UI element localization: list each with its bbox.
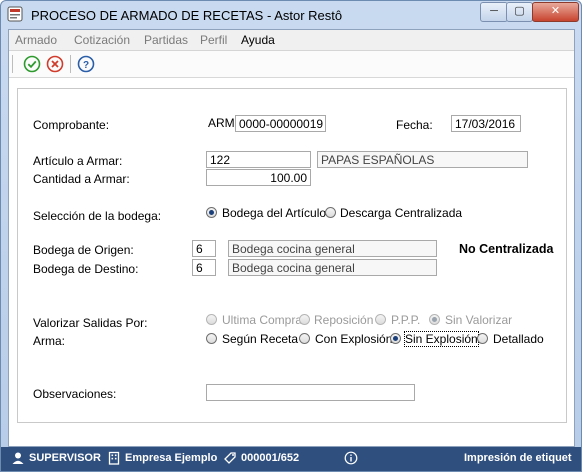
radio-descarga-centralizada[interactable]	[325, 207, 336, 218]
status-bar: SUPERVISOR Empresa Ejemplo 000001/652 Im…	[1, 447, 581, 471]
comprobante-label: Comprobante:	[33, 118, 110, 132]
comprobante-prefix: ARM	[208, 116, 235, 130]
minimize-button[interactable]: ─	[480, 2, 508, 22]
articulo-label: Artículo a Armar:	[33, 154, 123, 168]
menu-partidas[interactable]: Partidas	[144, 33, 188, 47]
maximize-button[interactable]: ▢	[506, 2, 533, 22]
bodega-origen-description: Bodega cocina general	[228, 240, 437, 257]
radio-sin-valorizar-label: Sin Valorizar	[445, 313, 513, 327]
menu-perfil[interactable]: Perfil	[200, 33, 227, 47]
menu-bar: Armado Cotización Partidas Perfil Ayuda	[9, 30, 574, 51]
help-icon[interactable]: ?	[76, 54, 96, 74]
radio-ppp-label: P.P.P.	[391, 313, 421, 327]
fecha-label: Fecha:	[396, 118, 433, 132]
radio-sin-explosion-label[interactable]: Sin Explosión	[404, 331, 479, 347]
check-icon[interactable]	[22, 54, 42, 74]
fecha-field[interactable]: 17/03/2016	[451, 115, 521, 132]
toolbar-separator	[12, 55, 13, 73]
radio-bodega-articulo[interactable]	[206, 207, 217, 218]
radio-ultima-compra-label: Ultima Compra	[222, 313, 303, 327]
status-message: Impresión de etiquet	[464, 452, 572, 464]
arma-label: Arma:	[33, 334, 66, 348]
observaciones-field[interactable]	[206, 384, 415, 401]
radio-sin-valorizar	[429, 314, 440, 325]
articulo-code-field[interactable]: 122	[206, 151, 311, 168]
radio-segun-receta-label[interactable]: Según Receta	[222, 332, 298, 346]
radio-reposicion-label: Reposición	[314, 313, 374, 327]
user-icon	[12, 452, 24, 464]
comprobante-number-field[interactable]: 0000-00000019	[235, 115, 326, 132]
title-bar[interactable]: PROCESO DE ARMADO DE RECETAS - Astor Res…	[1, 1, 581, 29]
bodega-destino-code-field[interactable]: 6	[192, 259, 216, 276]
window-title: PROCESO DE ARMADO DE RECETAS - Astor Res…	[31, 8, 343, 23]
centralizada-status: No Centralizada	[459, 242, 554, 256]
bodega-origen-label: Bodega de Origen:	[33, 243, 134, 257]
tag-icon	[224, 452, 236, 464]
radio-descarga-centralizada-label[interactable]: Descarga Centralizada	[340, 206, 462, 220]
radio-con-explosion-label[interactable]: Con Explosión	[315, 332, 392, 346]
articulo-description: PAPAS ESPAÑOLAS	[317, 151, 528, 168]
building-icon	[108, 451, 120, 465]
radio-detallado-label[interactable]: Detallado	[493, 332, 544, 346]
radio-detallado[interactable]	[477, 333, 488, 344]
radio-sin-explosion[interactable]	[390, 333, 401, 344]
menu-cotizacion[interactable]: Cotización	[74, 33, 130, 47]
client-area: Armado Cotización Partidas Perfil Ayuda …	[8, 29, 575, 447]
app-icon	[7, 6, 23, 22]
radio-ultima-compra	[206, 314, 217, 325]
radio-ppp	[375, 314, 386, 325]
valorizar-label: Valorizar Salidas Por:	[33, 316, 148, 330]
toolbar: ?	[9, 51, 574, 78]
cantidad-field[interactable]: 100.00	[206, 169, 311, 186]
status-record: 000001/652	[241, 452, 300, 464]
bodega-destino-label: Bodega de Destino:	[33, 262, 139, 276]
info-icon	[344, 451, 358, 465]
bodega-destino-description: Bodega cocina general	[228, 259, 437, 276]
app-window: PROCESO DE ARMADO DE RECETAS - Astor Res…	[0, 0, 582, 472]
form-panel: Comprobante: ARM 0000-00000019 Fecha: 17…	[17, 88, 567, 423]
bodega-origen-code-field[interactable]: 6	[192, 240, 216, 257]
radio-segun-receta[interactable]	[206, 333, 217, 344]
status-company: Empresa Ejemplo	[125, 452, 218, 464]
menu-ayuda[interactable]: Ayuda	[241, 33, 275, 47]
status-user: SUPERVISOR	[29, 452, 101, 464]
radio-reposicion	[299, 314, 310, 325]
cantidad-label: Cantidad a Armar:	[33, 172, 130, 186]
radio-con-explosion[interactable]	[299, 333, 310, 344]
close-button[interactable]: ✕	[532, 2, 579, 22]
radio-bodega-articulo-label[interactable]: Bodega del Artículo	[222, 206, 326, 220]
cancel-icon[interactable]	[45, 54, 65, 74]
svg-text:?: ?	[83, 60, 89, 71]
toolbar-separator	[70, 55, 71, 73]
menu-armado[interactable]: Armado	[15, 33, 57, 47]
bodega-selection-label: Selección de la bodega:	[33, 209, 162, 223]
observaciones-label: Observaciones:	[33, 387, 117, 401]
